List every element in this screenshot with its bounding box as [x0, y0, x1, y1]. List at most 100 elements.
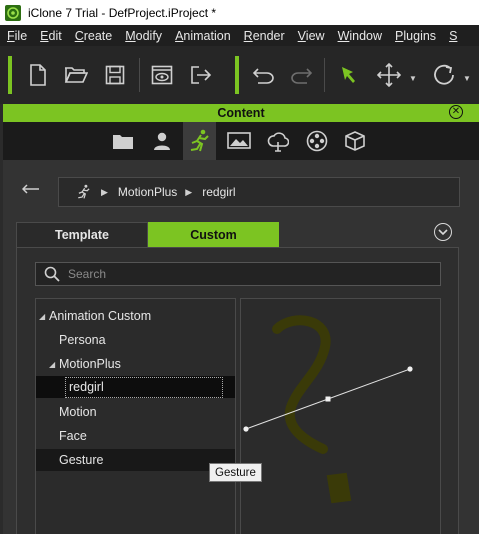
content-tab-bar: [3, 122, 479, 160]
tree-item-label: MotionPlus: [59, 357, 121, 371]
menu-plugins[interactable]: Plugins: [388, 29, 442, 43]
menu-label-rest: lugins: [403, 28, 437, 43]
menu-bar: File Edit Create Modify Animation Render View W…: [0, 25, 479, 46]
open-button[interactable]: [62, 60, 90, 90]
tree-item-label: redgirl: [65, 376, 223, 398]
menu-view[interactable]: View: [291, 29, 331, 43]
iclone-app-icon: [5, 4, 21, 21]
menu-s[interactable]: S: [442, 29, 463, 43]
breadcrumb-item-motionplus[interactable]: MotionPlus: [118, 185, 177, 199]
window-title: iClone 7 Trial - DefProject.iProject *: [28, 5, 217, 20]
content-panel-title: Content: [217, 106, 265, 120]
move-dropdown-caret[interactable]: ▼: [409, 74, 417, 83]
export-button[interactable]: [187, 60, 215, 90]
curve-keypoint[interactable]: [325, 396, 331, 402]
menu-label-rest: dit: [48, 28, 62, 43]
menu-label-rest: indow: [349, 28, 383, 43]
menu-edit[interactable]: Edit: [33, 29, 68, 43]
preview-button[interactable]: [148, 60, 176, 90]
menu-label-rest: reate: [83, 28, 113, 43]
tree-item-motion[interactable]: Motion: [36, 401, 235, 423]
breadcrumb-item-redgirl[interactable]: redgirl: [202, 185, 235, 199]
tab-props[interactable]: [338, 122, 371, 160]
export-icon: [191, 66, 212, 84]
menu-window[interactable]: Window: [331, 29, 388, 43]
tab-custom[interactable]: Custom: [148, 222, 279, 247]
expanded-triangle-icon[interactable]: ◢: [39, 312, 49, 321]
menu-label-rest: ender: [252, 28, 285, 43]
new-file-button[interactable]: [24, 60, 52, 90]
search-icon: [40, 266, 64, 282]
stage-icon: [226, 132, 251, 149]
menu-mnemonic: S: [449, 28, 458, 43]
menu-mnemonic: F: [7, 28, 15, 43]
motion-curve-preview: [243, 315, 413, 504]
breadcrumb-separator-icon: ▶: [185, 186, 193, 197]
tree-item-animation-custom[interactable]: ◢ Animation Custom: [36, 305, 235, 327]
running-figure-icon[interactable]: [77, 184, 91, 200]
menu-modify[interactable]: Modify: [118, 29, 168, 43]
tab-actor[interactable]: [145, 122, 178, 160]
film-reel-icon: [306, 130, 327, 152]
preview-icon: [151, 65, 173, 85]
folder-icon: [112, 135, 133, 149]
undo-icon: [252, 68, 274, 84]
menu-render[interactable]: Render: [237, 29, 291, 43]
select-arrow-icon: [342, 67, 355, 83]
menu-mnemonic: V: [297, 28, 306, 43]
expanded-triangle-icon[interactable]: ◢: [49, 360, 59, 369]
back-button[interactable]: [20, 180, 42, 200]
tree-item-face[interactable]: Face: [36, 425, 235, 447]
toolbar-separator: [235, 56, 239, 94]
menu-animation[interactable]: Animation: [168, 29, 237, 43]
menu-label-rest: iew: [305, 28, 325, 43]
close-panel-icon[interactable]: ✕: [449, 105, 463, 119]
menu-create[interactable]: Create: [68, 29, 119, 43]
move-tool-button[interactable]: [375, 60, 403, 90]
tree-cloud-icon: [267, 132, 289, 152]
tree-item-gesture[interactable]: Gesture: [36, 449, 235, 471]
menu-mnemonic: W: [337, 28, 350, 43]
menu-label-rest: ile: [14, 28, 28, 43]
menu-file[interactable]: File: [0, 29, 33, 43]
toolbar-divider: [324, 58, 325, 92]
tree-item-label: Motion: [59, 405, 97, 419]
title-bar: iClone 7 Trial - DefProject.iProject *: [0, 0, 479, 25]
tree-item-label: Face: [59, 429, 87, 443]
select-tool-button[interactable]: [335, 60, 363, 90]
redo-button[interactable]: [287, 60, 315, 90]
tab-stage[interactable]: [222, 122, 255, 160]
rotate-icon: [434, 64, 454, 85]
tree-item-redgirl[interactable]: redgirl: [36, 376, 235, 398]
breadcrumb: ▶ MotionPlus ▶ redgirl: [58, 177, 460, 207]
tree-item-persona[interactable]: Persona: [36, 329, 235, 351]
tab-scene[interactable]: [261, 122, 294, 160]
curve-keypoint[interactable]: [407, 366, 413, 372]
rotate-dropdown-caret[interactable]: ▼: [463, 74, 471, 83]
tree-item-label: Persona: [59, 333, 106, 347]
box-icon: [344, 131, 365, 151]
tree-item-motionplus[interactable]: ◢ MotionPlus: [36, 353, 235, 375]
redo-icon: [291, 68, 313, 84]
save-button[interactable]: [101, 60, 129, 90]
tab-media[interactable]: [300, 122, 333, 160]
tab-template[interactable]: Template: [16, 222, 148, 247]
unknown-thumbnail-icon: [272, 315, 352, 504]
undo-button[interactable]: [250, 60, 278, 90]
curve-keypoint[interactable]: [243, 426, 249, 432]
chevron-down-icon: [438, 228, 448, 235]
search-input[interactable]: [68, 267, 428, 281]
tree-item-label: Animation Custom: [49, 309, 152, 323]
menu-mnemonic: C: [74, 28, 84, 43]
mode-tabs: Template Custom: [16, 222, 279, 247]
collapse-button[interactable]: [434, 223, 452, 241]
menu-mnemonic: E: [40, 28, 49, 43]
tab-motion[interactable]: [183, 122, 216, 160]
menu-label-rest: odify: [135, 28, 163, 43]
tab-folder[interactable]: [106, 122, 139, 160]
rotate-tool-button[interactable]: [430, 60, 458, 90]
tree-item-label: Gesture: [59, 453, 104, 467]
toolbar-separator: [8, 56, 12, 94]
breadcrumb-separator-icon: ▶: [101, 186, 108, 197]
main-toolbar: ▼ ▼: [0, 46, 479, 104]
